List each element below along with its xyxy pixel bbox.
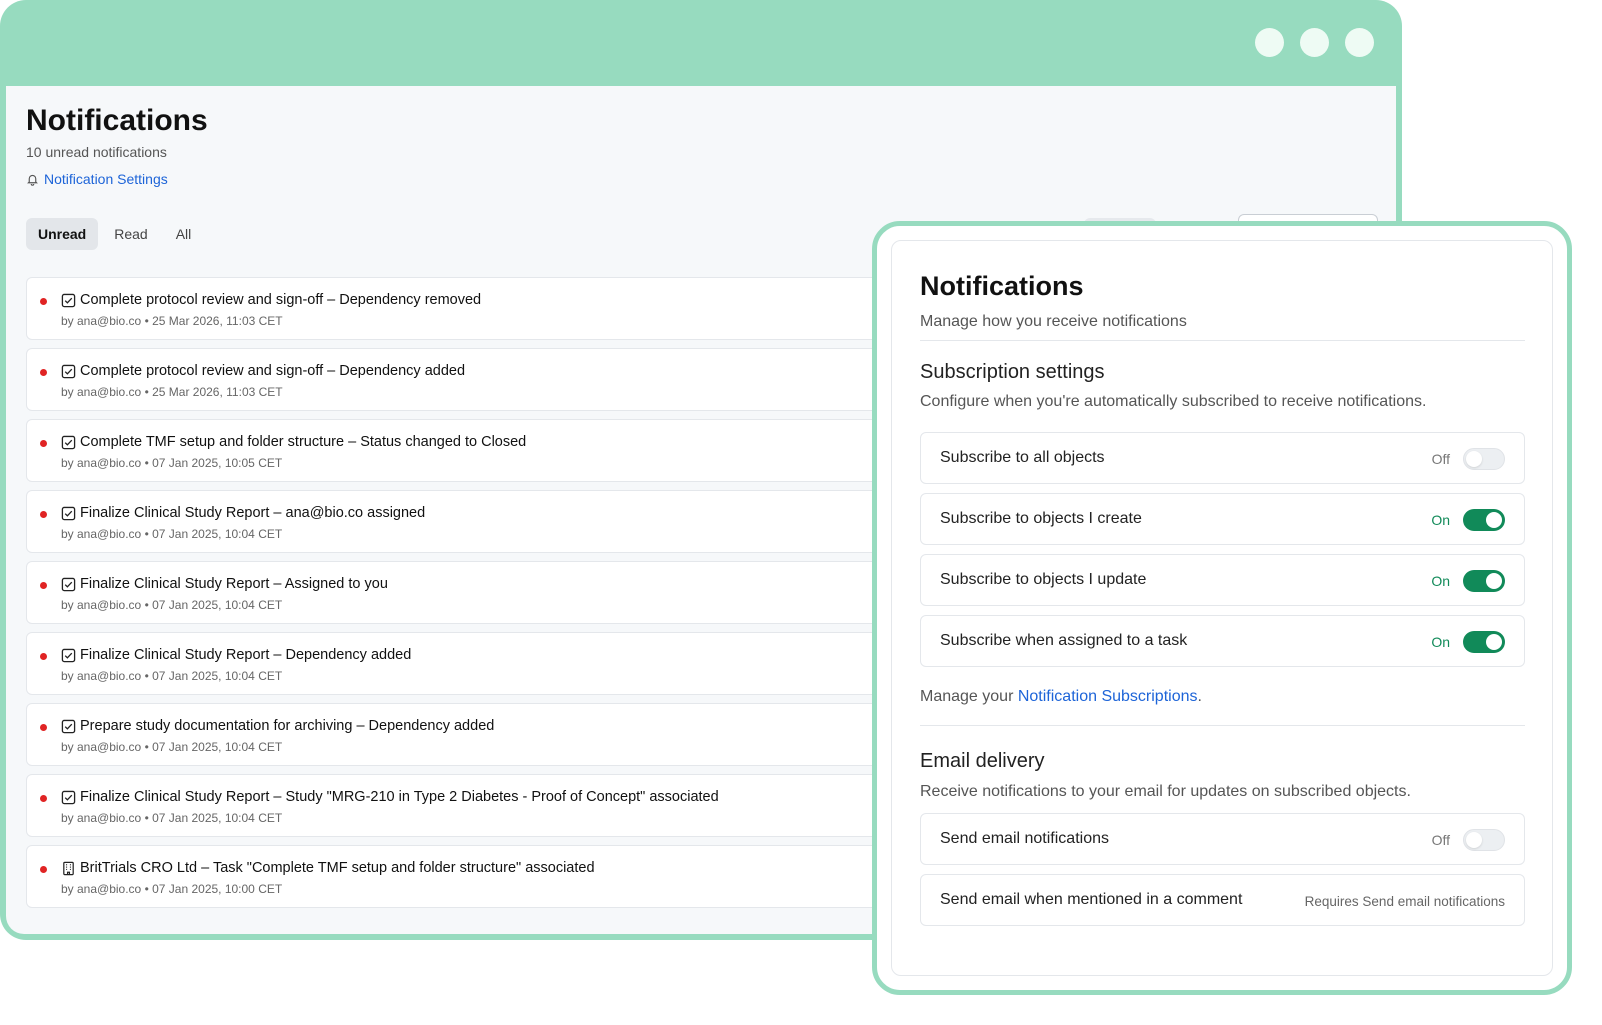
unread-indicator: [40, 866, 47, 873]
setting-label: Subscribe to objects I create: [940, 510, 1142, 527]
subscription-settings-description: Configure when you're automatically subs…: [920, 393, 1427, 410]
manage-subscriptions-text: Manage your Notification Subscriptions.: [920, 688, 1202, 706]
notification-meta: by ana@bio.co • 25 Mar 2026, 11:03 CET: [61, 314, 283, 328]
panel-title: Notifications: [920, 271, 1084, 301]
notification-meta: by ana@bio.co • 07 Jan 2025, 10:04 CET: [61, 598, 283, 612]
notification-meta: by ana@bio.co • 07 Jan 2025, 10:04 CET: [61, 811, 283, 825]
setting-row-subscribe-assigned: Subscribe when assigned to a task On: [920, 615, 1525, 667]
manage-suffix: .: [1197, 688, 1202, 705]
notification-meta: by ana@bio.co • 25 Mar 2026, 11:03 CET: [61, 385, 283, 399]
notification-settings-panel: Notifications Manage how you receive not…: [891, 240, 1553, 976]
manage-prefix: Manage your: [920, 688, 1018, 705]
toggle-knob: [1486, 573, 1502, 589]
subscribe-assigned-toggle[interactable]: [1463, 631, 1505, 653]
notification-settings-label: Notification Settings: [44, 171, 168, 187]
page-title: Notifications: [26, 104, 208, 137]
task-checkbox-icon: [61, 435, 76, 450]
unread-indicator: [40, 440, 47, 447]
setting-label: Subscribe when assigned to a task: [940, 632, 1188, 649]
setting-label: Subscribe to all objects: [940, 449, 1105, 466]
notification-meta: by ana@bio.co • 07 Jan 2025, 10:05 CET: [61, 456, 283, 470]
unread-indicator: [40, 653, 47, 660]
divider: [920, 340, 1525, 341]
window-controls: [1255, 28, 1374, 57]
unread-indicator: [40, 298, 47, 305]
email-delivery-title: Email delivery: [920, 750, 1045, 772]
unread-indicator: [40, 795, 47, 802]
notification-title: Finalize Clinical Study Report – Depende…: [80, 647, 412, 663]
toggle-knob: [1466, 832, 1482, 848]
window-control-dot[interactable]: [1255, 28, 1284, 57]
subscribe-updated-toggle[interactable]: [1463, 570, 1505, 592]
notification-meta: by ana@bio.co • 07 Jan 2025, 10:04 CET: [61, 740, 283, 754]
setting-state: On: [1431, 573, 1450, 589]
notification-title: Finalize Clinical Study Report – Assigne…: [80, 576, 388, 592]
toggle-knob: [1486, 634, 1502, 650]
notification-title: Complete protocol review and sign-off – …: [80, 363, 466, 379]
toggle-knob: [1466, 451, 1482, 467]
setting-row-subscribe-all: Subscribe to all objects Off: [920, 432, 1525, 484]
notification-subscriptions-link[interactable]: Notification Subscriptions: [1018, 688, 1198, 705]
window-control-dot[interactable]: [1345, 28, 1374, 57]
panel-subtitle: Manage how you receive notifications: [920, 313, 1187, 330]
requirement-note: Requires Send email notifications: [1304, 894, 1505, 909]
setting-row-subscribe-created: Subscribe to objects I create On: [920, 493, 1525, 545]
task-checkbox-icon: [61, 719, 76, 734]
setting-state: Off: [1431, 451, 1450, 467]
notification-title: Finalize Clinical Study Report – Study "…: [80, 789, 719, 805]
notification-tabs: Unread Read All: [26, 218, 203, 250]
notification-meta: by ana@bio.co • 07 Jan 2025, 10:04 CET: [61, 527, 283, 541]
setting-label: Subscribe to objects I update: [940, 571, 1147, 588]
setting-row-send-email: Send email notifications Off: [920, 813, 1525, 865]
notification-settings-link[interactable]: Notification Settings: [26, 171, 168, 187]
task-checkbox-icon: [61, 506, 76, 521]
email-delivery-description: Receive notifications to your email for …: [920, 783, 1411, 800]
setting-row-email-mention: Send email when mentioned in a comment R…: [920, 874, 1525, 926]
task-checkbox-icon: [61, 790, 76, 805]
unread-indicator: [40, 582, 47, 589]
task-checkbox-icon: [61, 364, 76, 379]
window-control-dot[interactable]: [1300, 28, 1329, 57]
notification-title: BritTrials CRO Ltd – Task "Complete TMF …: [80, 860, 595, 876]
tab-all[interactable]: All: [164, 218, 204, 250]
unread-indicator: [40, 369, 47, 376]
unread-indicator: [40, 724, 47, 731]
notification-meta: by ana@bio.co • 07 Jan 2025, 10:04 CET: [61, 669, 283, 683]
setting-label: Send email when mentioned in a comment: [940, 891, 1243, 908]
notification-title: Complete TMF setup and folder structure …: [80, 434, 527, 450]
notification-title: Finalize Clinical Study Report – ana@bio…: [80, 505, 426, 521]
toggle-knob: [1486, 512, 1502, 528]
bell-icon: [27, 174, 38, 186]
subscription-settings-title: Subscription settings: [920, 361, 1105, 383]
send-email-toggle[interactable]: [1463, 829, 1505, 851]
divider: [920, 725, 1525, 726]
notification-title: Complete protocol review and sign-off – …: [80, 292, 482, 308]
setting-state: On: [1431, 634, 1450, 650]
unread-count: 10 unread notifications: [26, 144, 167, 160]
unread-indicator: [40, 511, 47, 518]
task-checkbox-icon: [61, 577, 76, 592]
notification-meta: by ana@bio.co • 07 Jan 2025, 10:00 CET: [61, 882, 283, 896]
setting-state: Off: [1431, 832, 1450, 848]
setting-label: Send email notifications: [940, 830, 1109, 847]
task-checkbox-icon: [61, 293, 76, 308]
task-checkbox-icon: [61, 648, 76, 663]
subscribe-created-toggle[interactable]: [1463, 509, 1505, 531]
setting-state: On: [1431, 512, 1450, 528]
subscribe-all-toggle[interactable]: [1463, 448, 1505, 470]
tab-unread[interactable]: Unread: [26, 218, 99, 250]
tab-read[interactable]: Read: [102, 218, 159, 250]
notification-title: Prepare study documentation for archivin…: [80, 718, 495, 734]
setting-row-subscribe-updated: Subscribe to objects I update On: [920, 554, 1525, 606]
building-icon: [61, 861, 76, 876]
